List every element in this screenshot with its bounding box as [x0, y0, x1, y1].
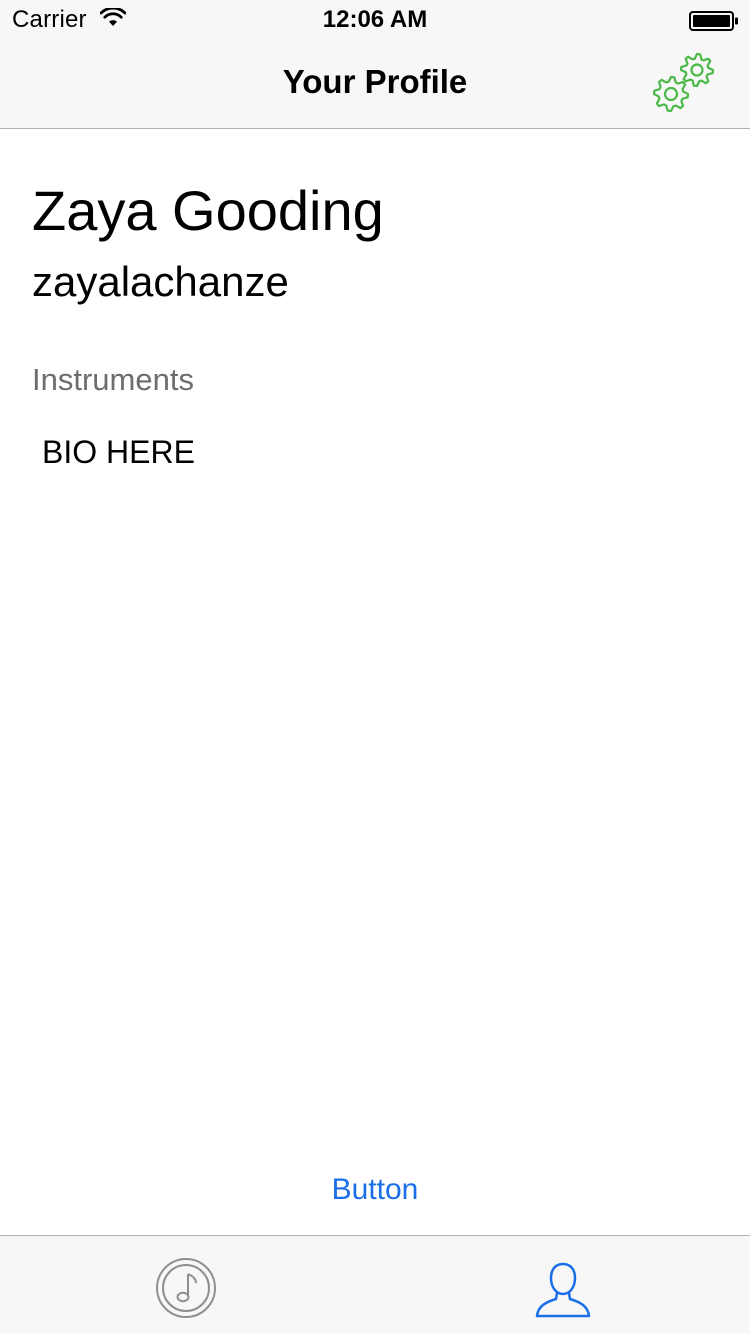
- profile-screen: Carrier 12:06 AM Your Profile Zaya Goodi…: [0, 0, 750, 1334]
- navigation-bar: Your Profile: [0, 40, 750, 129]
- gears-icon: [652, 52, 715, 113]
- battery-icon: [689, 11, 738, 31]
- profile-full-name: Zaya Gooding: [32, 179, 384, 242]
- settings-button[interactable]: [648, 48, 720, 116]
- tab-profile[interactable]: [375, 1236, 750, 1334]
- page-title: Your Profile: [282, 63, 468, 100]
- music-note-icon: [156, 1258, 216, 1318]
- profile-username: zayalachanze: [32, 258, 289, 305]
- bio-text: BIO HERE: [42, 434, 195, 470]
- clock-label: 12:06 AM: [322, 6, 428, 33]
- tab-bar: [0, 1235, 750, 1334]
- instruments-label: Instruments: [32, 362, 194, 397]
- status-bar: Carrier 12:06 AM: [0, 0, 750, 40]
- action-button[interactable]: Button: [300, 1168, 450, 1212]
- person-icon: [535, 1262, 591, 1318]
- tab-music[interactable]: [0, 1236, 375, 1334]
